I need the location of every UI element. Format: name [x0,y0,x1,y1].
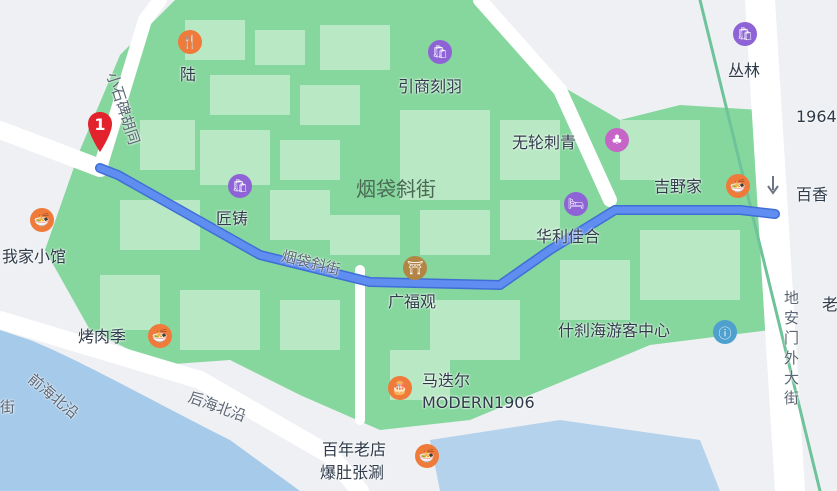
poi-label-baodu: 爆肚张涮 [320,463,385,482]
temple-icon[interactable]: ⛩ [403,256,427,280]
poi-label-guangfu: 广福观 [388,292,437,311]
poi-label-conglin: 丛林 [728,61,761,80]
poi-label-baixiang: 百香 [796,185,829,204]
restaurant-icon[interactable]: 🎂 [388,376,412,400]
poi-label-wojia: 我家小馆 [2,247,67,266]
poi-label-jiyejia: 吉野家 [654,177,703,196]
poi-label-madie: 马迭尔 [422,371,471,390]
visitor-center-icon[interactable]: ⓘ [713,320,737,344]
shopping-icon[interactable]: 🛍 [733,22,757,46]
shopping-icon[interactable]: 🛍 [228,174,252,198]
restaurant-icon[interactable]: 🍜 [148,324,172,348]
shopping-icon[interactable]: 🛍 [428,40,452,64]
restaurant-icon[interactable]: 🍜 [415,444,439,468]
street-label-dianmen: 地安门外大街 [784,289,800,407]
poi-label-bainian: 百年老店 [322,440,387,459]
poi-label-shichahai: 什刹海游客中心 [558,321,671,340]
map-base [0,0,822,491]
start-number: 1 [94,115,105,134]
restaurant-icon[interactable]: 🍜 [726,174,750,198]
area-label-yandai: 烟袋斜街 [356,177,436,201]
hotel-icon[interactable]: 🛏 [564,192,588,216]
tattoo-icon[interactable]: ♣ [605,128,629,152]
poi-label-lao: 老 [822,295,837,314]
poi-label-kaorouji: 烤肉季 [78,327,127,346]
poi-label-wulun: 无轮刺青 [512,133,577,152]
poi-label-lu: 陆 [180,65,197,84]
poi-label-jiangzhu: 匠铸 [216,209,249,228]
map-canvas[interactable]: 1 🍴 🛍 🛍 ♣ 🛍 🍜 🛏 🍜 ⛩ 🍜 ⓘ 🎂 🍜 小石碑胡同 陆 引商刻羽… [0,0,837,491]
poi-label-yinshang: 引商刻羽 [398,77,463,96]
restaurant-icon[interactable]: 🍜 [30,208,54,232]
start-marker[interactable]: 1 [86,110,114,154]
poi-label-1964: 1964 [796,107,837,126]
street-label-jie: 街 [0,398,16,416]
poi-label-modern: MODERN1906 [422,393,535,412]
restaurant-icon[interactable]: 🍴 [178,30,202,54]
poi-label-huali: 华利佳合 [536,227,601,246]
lake-water-2 [430,420,720,491]
